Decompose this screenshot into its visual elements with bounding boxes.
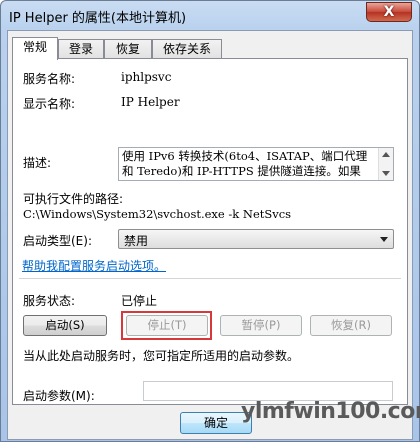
close-button[interactable]: X	[366, 2, 412, 22]
chevron-down-icon	[380, 237, 388, 242]
tab-dependencies[interactable]: 依存关系	[152, 39, 222, 59]
start-params-input[interactable]	[143, 381, 393, 401]
help-config-link[interactable]: 帮助我配置服务启动选项。	[22, 257, 166, 274]
service-name-label: 服务名称:	[23, 72, 76, 86]
startup-type-label: 启动类型(E):	[23, 234, 92, 248]
pause-button[interactable]: 暂停(P)	[220, 315, 302, 336]
start-button[interactable]: 启动(S)	[23, 315, 107, 336]
description-scrollbar[interactable]	[378, 148, 393, 180]
tab-recovery[interactable]: 恢复	[104, 39, 152, 59]
start-params-label: 启动参数(M):	[23, 389, 95, 403]
properties-window: IP Helper 的属性(本地计算机) X 常规 登录 恢复 依存关系 服务名…	[0, 0, 420, 442]
display-name-value: IP Helper	[121, 95, 180, 109]
tab-general[interactable]: 常规	[12, 37, 58, 60]
description-label: 描述:	[23, 156, 52, 170]
stop-button-highlight	[121, 311, 212, 340]
exe-path-value: C:\Windows\System32\svchost.exe -k NetSv…	[23, 207, 292, 221]
description-box[interactable]: 使用 IPv6 转换技术(6to4、ISATAP、端口代理和 Teredo)和 …	[118, 147, 394, 181]
service-status-value: 已停止	[121, 294, 158, 308]
service-status-label: 服务状态:	[23, 294, 76, 308]
startup-type-select[interactable]: 禁用	[118, 229, 394, 249]
display-name-label: 显示名称:	[23, 97, 76, 111]
watermark-text: ylmfwin100.com	[241, 399, 420, 424]
scroll-up-icon[interactable]	[382, 152, 390, 157]
startup-type-value: 禁用	[124, 234, 149, 248]
title-bar[interactable]: IP Helper 的属性(本地计算机) X	[1, 1, 419, 29]
resume-button[interactable]: 恢复(R)	[310, 315, 392, 336]
exe-path-label: 可执行文件的路径:	[23, 192, 124, 206]
window-title: IP Helper 的属性(本地计算机)	[9, 11, 187, 26]
start-params-hint: 当从此处启动服务时，您可指定所适用的启动参数。	[23, 349, 300, 363]
scroll-down-icon[interactable]	[382, 171, 390, 176]
divider	[19, 278, 401, 279]
general-panel: 服务名称: iphlpsvc 显示名称: IP Helper 描述: 使用 IP…	[12, 58, 408, 405]
close-icon: X	[383, 4, 395, 20]
tab-logon[interactable]: 登录	[58, 39, 104, 59]
description-text: 使用 IPv6 转换技术(6to4、ISATAP、端口代理和 Teredo)和 …	[122, 149, 368, 178]
service-name-value: iphlpsvc	[121, 70, 172, 84]
dialog-client: 常规 登录 恢复 依存关系 服务名称: iphlpsvc 显示名称: IP He…	[7, 30, 413, 440]
